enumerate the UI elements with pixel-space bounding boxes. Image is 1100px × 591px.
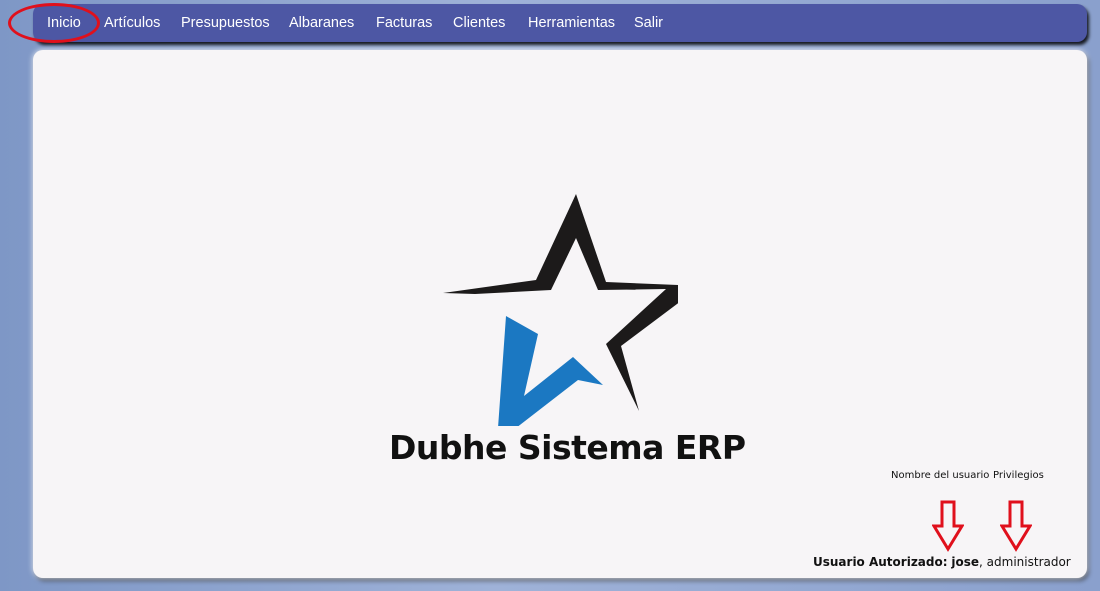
dubhe-star-logo [443,194,678,426]
authorized-user-status: Usuario Autorizado: jose, administrador [813,555,1071,569]
username-annotation-label: Nombre del usuario [891,470,990,481]
brand-title: Dubhe Sistema ERP [389,428,746,467]
star-blue-shape [498,316,603,426]
nav-inicio[interactable]: Inicio [47,15,81,31]
nav-facturas[interactable]: Facturas [376,15,432,31]
nav-presupuestos[interactable]: Presupuestos [181,15,270,31]
star-dark-stroke [443,194,543,292]
user-status-prefix: Usuario Autorizado: [813,555,948,569]
main-content-panel: Dubhe Sistema ERP Nombre del usuario Pri… [33,50,1087,578]
privileges-annotation-label: Privilegios [993,470,1044,481]
down-arrow-icon [932,500,964,552]
nav-herramientas[interactable]: Herramientas [528,15,615,31]
nav-albaranes[interactable]: Albaranes [289,15,354,31]
nav-salir[interactable]: Salir [634,15,663,31]
user-status-separator: , [979,555,983,569]
nav-clientes[interactable]: Clientes [453,15,505,31]
down-arrow-icon [1000,500,1032,552]
nav-articulos[interactable]: Artículos [104,15,160,31]
username-value: jose [951,555,980,569]
main-nav-bar: Inicio Artículos Presupuestos Albaranes … [33,4,1087,42]
user-role-value: administrador [986,555,1071,569]
